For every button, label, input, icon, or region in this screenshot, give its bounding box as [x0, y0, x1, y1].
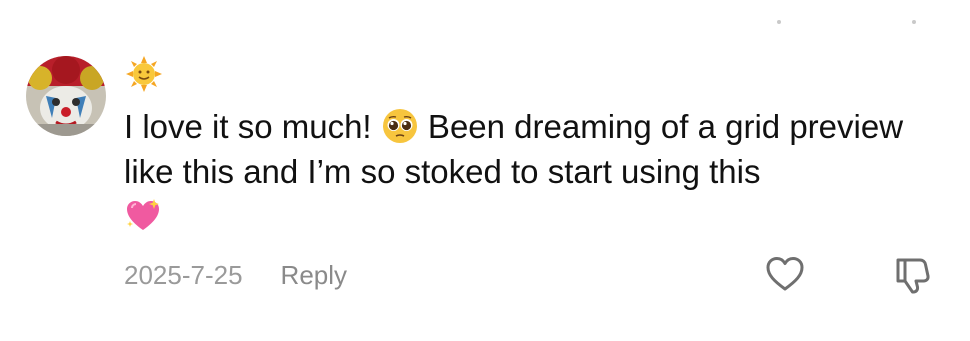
pleading-face-icon — [382, 109, 417, 143]
comment-date: 2025-7-25 — [124, 259, 243, 290]
sparkling-heart-icon — [127, 199, 159, 230]
thumbs-down-icon — [896, 258, 930, 294]
comment-text-part-1: I love it so much! — [124, 108, 381, 145]
avatar-image — [26, 56, 106, 136]
like-button[interactable] — [764, 254, 806, 294]
top-divider-dot-left — [777, 20, 781, 24]
comment-meta-row: 2025-7-25 Reply — [124, 258, 347, 292]
comment-text: I love it so much! Been dreaming of a gr… — [124, 104, 954, 239]
top-divider-dot-right — [912, 20, 916, 24]
avatar[interactable] — [26, 56, 106, 136]
heart-outline-icon — [766, 257, 804, 291]
dislike-button[interactable] — [892, 252, 936, 296]
sun-with-face-icon — [126, 56, 162, 92]
reply-button[interactable]: Reply — [281, 260, 347, 291]
